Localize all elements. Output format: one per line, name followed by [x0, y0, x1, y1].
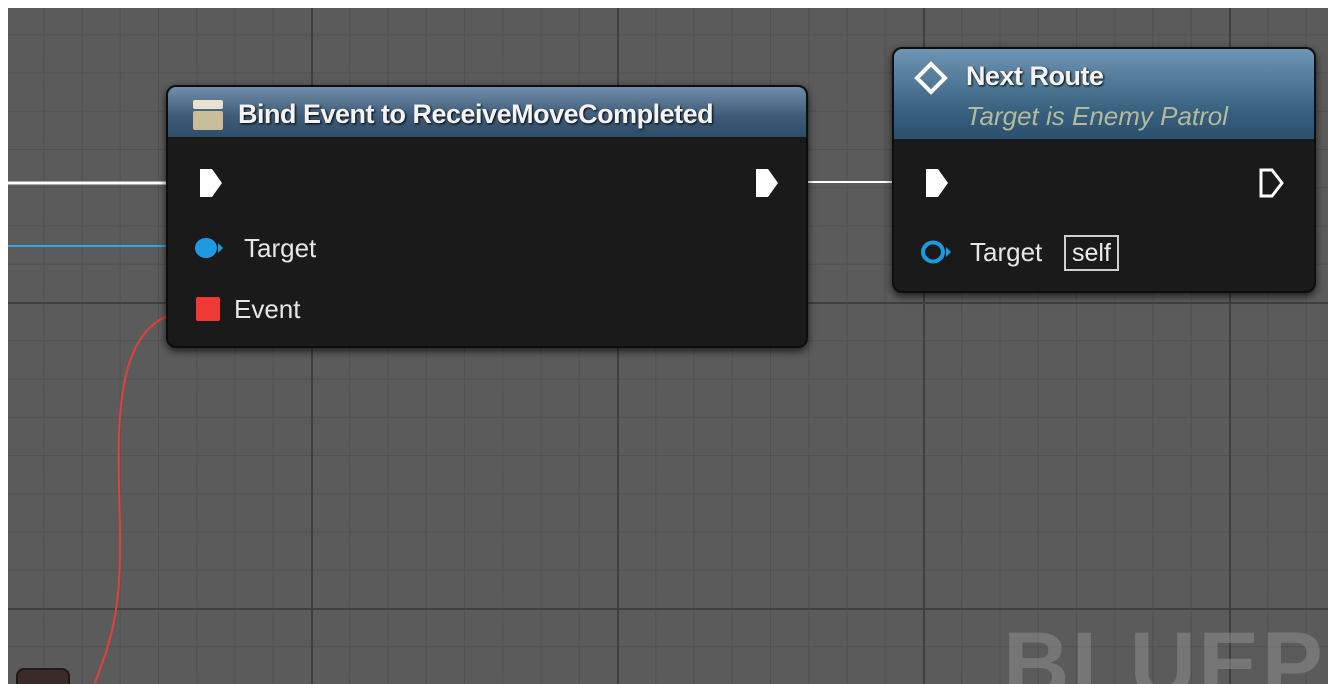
offscreen-node-fragment[interactable] [16, 668, 70, 684]
next-route-node[interactable]: Next Route Target is Enemy Patrol Target… [892, 47, 1316, 293]
route-exec-output-pin[interactable] [1258, 167, 1286, 204]
event-pin-label: Event [234, 294, 301, 324]
event-dispatcher-icon [192, 99, 224, 136]
next-route-node-title: Next Route [966, 61, 1104, 91]
route-exec-input-pin[interactable] [924, 167, 950, 204]
next-route-node-header[interactable]: Next Route Target is Enemy Patrol [894, 49, 1314, 139]
route-target-object-pin[interactable] [920, 238, 952, 271]
route-target-pin-label: Target [970, 237, 1043, 267]
target-object-pin[interactable] [194, 235, 224, 266]
function-icon [914, 61, 948, 100]
bind-event-node[interactable]: Bind Event to ReceiveMoveCompleted Targe… [166, 85, 808, 348]
exec-input-pin[interactable] [198, 167, 224, 204]
exec-output-pin[interactable] [754, 167, 780, 204]
target-default-value[interactable]: self [1064, 235, 1119, 271]
blueprint-watermark: BLUEPR [1003, 614, 1328, 684]
event-delegate-pin[interactable] [196, 297, 220, 321]
bind-event-node-header[interactable]: Bind Event to ReceiveMoveCompleted [168, 87, 806, 137]
blueprint-graph-canvas[interactable]: Bind Event to ReceiveMoveCompleted Targe… [8, 8, 1328, 684]
delegate-wire-event[interactable] [93, 309, 199, 684]
next-route-node-subtitle: Target is Enemy Patrol [966, 101, 1229, 131]
target-pin-label: Target [244, 233, 317, 263]
bind-event-node-title: Bind Event to ReceiveMoveCompleted [238, 99, 714, 129]
